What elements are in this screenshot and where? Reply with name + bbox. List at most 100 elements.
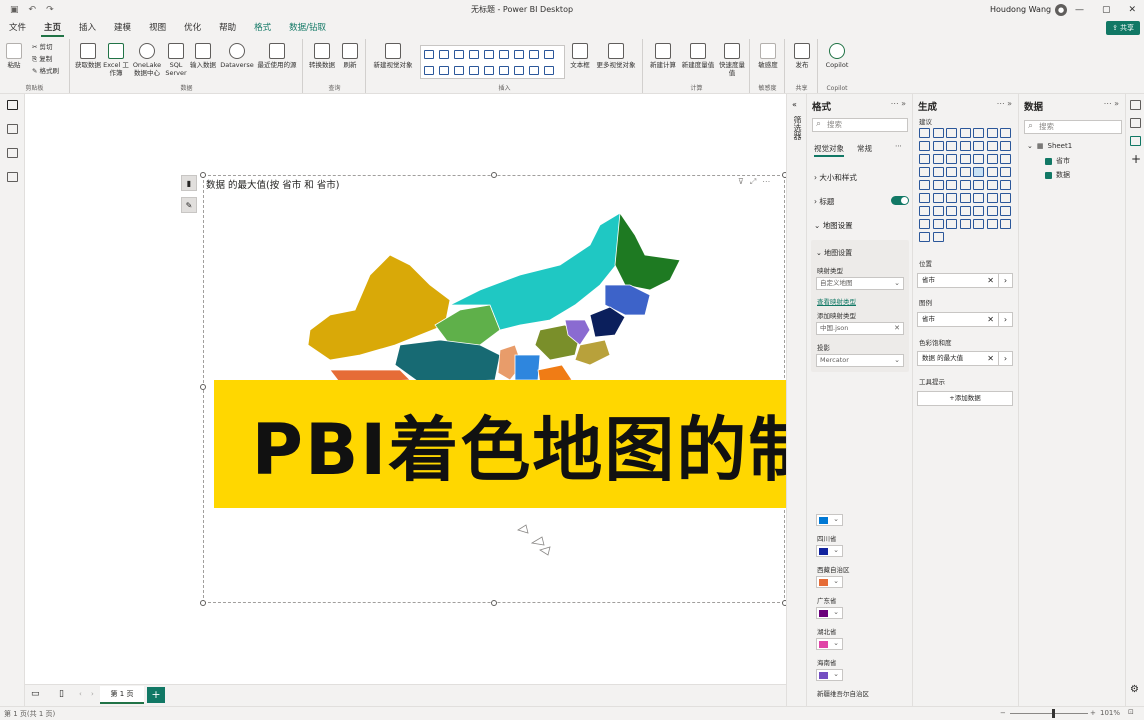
visual-type-icon[interactable]	[499, 66, 509, 75]
more-options-icon[interactable]: ⋯	[762, 177, 770, 187]
visual-type-icon[interactable]	[973, 219, 984, 229]
excel-button[interactable]: Excel 工作簿	[103, 43, 129, 77]
onelake-button[interactable]: OneLake 数据中心	[131, 43, 163, 77]
visual-type-icon[interactable]	[986, 154, 998, 164]
region-heilongjiang[interactable]	[614, 211, 681, 291]
visual-type-icon[interactable]	[932, 167, 944, 177]
visual-type-icon[interactable]	[424, 66, 434, 75]
field-item[interactable]: 省市	[1045, 156, 1070, 166]
visual-type-icon[interactable]	[1000, 219, 1011, 229]
visual-type-icon[interactable]	[959, 180, 971, 190]
new-measure-button[interactable]: 新建度量值	[680, 43, 716, 69]
visual-type-icon[interactable]	[932, 206, 944, 216]
visual-type-icon[interactable]	[514, 66, 524, 75]
legend-well[interactable]: 省市 ✕ ›	[917, 312, 1013, 327]
table-node[interactable]: ⌄ ▦ Sheet1	[1027, 142, 1072, 150]
visual-type-icon[interactable]	[959, 206, 971, 216]
visual-type-icon[interactable]	[973, 180, 984, 190]
format-search-input[interactable]: 搜索	[812, 118, 908, 132]
visual-type-icon[interactable]	[986, 193, 998, 203]
more-visuals-button[interactable]: 更多视觉对象	[593, 43, 639, 69]
title-toggle[interactable]	[891, 196, 909, 205]
filled-map-type-icon[interactable]	[973, 167, 984, 177]
model-view-icon[interactable]	[7, 148, 18, 158]
visual-type-icon[interactable]	[1000, 128, 1011, 138]
zoom-thumb[interactable]	[1052, 709, 1055, 718]
color-swatch[interactable]: ⌄	[816, 669, 843, 681]
visual-type-icon[interactable]	[919, 154, 930, 164]
color-swatch[interactable]: ⌄	[816, 545, 843, 557]
region-qinghai[interactable]	[394, 339, 501, 384]
dataverse-button[interactable]: Dataverse	[220, 43, 254, 69]
remove-icon[interactable]: ✕	[987, 313, 994, 326]
add-page-button[interactable]: +	[147, 687, 165, 703]
settings-icon[interactable]: ⚙	[1130, 684, 1139, 695]
chevron-right-icon[interactable]: ›	[998, 313, 1012, 326]
menu-optimize[interactable]: 优化	[175, 19, 210, 37]
visual-type-icon[interactable]	[919, 167, 930, 177]
get-data-button[interactable]: 获取数据	[75, 43, 101, 69]
focus-mode-icon[interactable]: ⤢	[750, 177, 756, 187]
paste-button[interactable]: 粘贴	[6, 43, 22, 69]
visual-type-icon[interactable]	[932, 180, 944, 190]
visual-type-icon[interactable]	[1000, 180, 1011, 190]
menu-view[interactable]: 视图	[140, 19, 175, 37]
saturation-well[interactable]: 数据 的最大值 ✕ ›	[917, 351, 1013, 366]
visual-type-icon[interactable]	[959, 128, 971, 138]
menu-home[interactable]: 主页	[35, 19, 70, 37]
visual-type-icon[interactable]	[959, 219, 971, 229]
visual-type-icon[interactable]	[973, 154, 984, 164]
visual-type-icon[interactable]	[986, 128, 998, 138]
desktop-layout-icon[interactable]: ▭	[31, 689, 40, 699]
format-pane-icon[interactable]	[1130, 118, 1141, 128]
user-account[interactable]: Houdong Wang ●	[990, 3, 1068, 16]
visual-type-icon[interactable]	[932, 232, 944, 242]
visual-type-icon[interactable]	[932, 154, 944, 164]
menu-format[interactable]: 格式	[245, 19, 280, 37]
tab-more-icon[interactable]: ⋯	[895, 142, 902, 150]
visual-type-icon[interactable]	[499, 50, 509, 59]
visual-type-icon[interactable]	[484, 50, 494, 59]
visual-type-icon[interactable]	[454, 50, 464, 59]
remove-icon[interactable]: ✕	[987, 352, 994, 365]
visual-type-icon[interactable]	[544, 66, 554, 75]
visual-type-icon[interactable]	[932, 193, 944, 203]
quick-measure-button[interactable]: 快速度量值	[716, 43, 748, 77]
sql-button[interactable]: SQL Server	[165, 43, 187, 77]
sensitivity-button[interactable]: 敏感度	[755, 43, 781, 69]
menu-data-drill[interactable]: 数据/钻取	[280, 19, 335, 37]
field-item[interactable]: 数据	[1045, 170, 1070, 180]
visual-type-icon[interactable]	[424, 50, 434, 59]
visual-type-icon[interactable]	[514, 50, 524, 59]
resize-handle[interactable]	[491, 600, 497, 606]
close-icon[interactable]: ✕	[894, 323, 900, 334]
visual-type-icon[interactable]	[439, 66, 449, 75]
copilot-button[interactable]: Copilot	[823, 43, 851, 69]
view-map-types-link[interactable]: 查看映射类型	[817, 296, 856, 306]
visual-gallery[interactable]	[420, 45, 565, 79]
menu-modeling[interactable]: 建模	[105, 19, 140, 37]
filters-pane-collapsed[interactable]: « 筛选器	[786, 94, 806, 706]
zoom-out-icon[interactable]: −	[1000, 709, 1006, 717]
copy-button[interactable]: ⎘ 复制	[32, 55, 52, 63]
filter-icon[interactable]: ⊽	[738, 177, 744, 187]
minimize-icon[interactable]: —	[1075, 5, 1084, 15]
visual-type-icon[interactable]	[454, 66, 464, 75]
color-swatch[interactable]: ⌄	[816, 607, 843, 619]
checkbox-checked[interactable]	[1045, 157, 1052, 165]
visual-type-icon[interactable]	[919, 206, 930, 216]
menu-file[interactable]: 文件	[0, 19, 35, 37]
visual-type-icon[interactable]	[544, 50, 554, 59]
visual-type-icon[interactable]	[959, 141, 971, 151]
cut-button[interactable]: ✂ 剪切	[32, 43, 52, 51]
visual-type-icon[interactable]	[946, 206, 957, 216]
section-size-style[interactable]: › 大小和样式	[814, 172, 857, 183]
visual-type-icon[interactable]	[986, 167, 998, 177]
visual-type-icon[interactable]	[932, 128, 944, 138]
resize-handle[interactable]	[200, 600, 206, 606]
visual-type-icon[interactable]	[1000, 154, 1011, 164]
visual-type-icon[interactable]	[986, 219, 998, 229]
share-button[interactable]: ⇪ 共享	[1106, 21, 1140, 35]
checkbox-checked[interactable]	[1045, 171, 1052, 179]
build-pane-icon[interactable]	[1130, 136, 1141, 146]
